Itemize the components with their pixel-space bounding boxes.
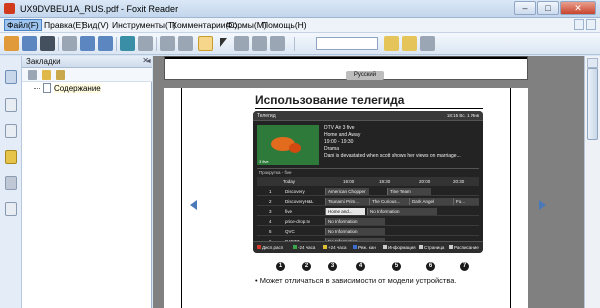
open-icon[interactable] bbox=[4, 36, 19, 51]
minimize-button[interactable]: – bbox=[514, 1, 536, 15]
doc-close-icon[interactable] bbox=[586, 19, 596, 30]
vertical-scrollbar[interactable] bbox=[584, 56, 600, 308]
tv-row: 4 price-drop.tv No Information bbox=[257, 217, 479, 226]
callout-7: 7 bbox=[460, 262, 469, 271]
tv-guide-title: Телегид bbox=[257, 113, 276, 119]
foxit-app-icon bbox=[4, 3, 15, 14]
tv-timeline: Today 19:00 19:30 20:00 20:30 bbox=[257, 177, 479, 186]
find-prev-icon[interactable] bbox=[384, 36, 399, 51]
menu-help[interactable]: Помощь(H) bbox=[262, 20, 307, 30]
scroll-thumb[interactable] bbox=[587, 68, 598, 140]
bookmarks-header: Закладки ✕ bbox=[22, 56, 152, 68]
menu-bar: Файл(F) Правка(E) Вид(V) Инструменты(T) … bbox=[0, 18, 600, 33]
maximize-button[interactable]: □ bbox=[537, 1, 559, 15]
search-input[interactable] bbox=[316, 37, 378, 50]
close-button[interactable]: ✕ bbox=[560, 1, 596, 15]
menu-view[interactable]: Вид(V) bbox=[82, 20, 109, 30]
fit-page-icon[interactable] bbox=[178, 36, 193, 51]
tv-row: 5 QVC No Information bbox=[257, 227, 479, 236]
title-bar: UX9DVBEU1A_RUS.pdf - Foxit Reader – □ ✕ bbox=[0, 0, 600, 18]
menu-forms[interactable]: Формы(M) bbox=[226, 20, 267, 30]
callout-1: 1 bbox=[276, 262, 285, 271]
find-next-icon[interactable] bbox=[402, 36, 417, 51]
tv-program-info: DTV Air 3 five Home and Away 19:00 - 19:… bbox=[324, 125, 461, 159]
callout-markers: 1 2 3 4 5 6 7 bbox=[276, 262, 476, 272]
facebook-icon[interactable] bbox=[98, 36, 113, 51]
page-heading: Использование телегида bbox=[255, 93, 405, 107]
scan-icon[interactable] bbox=[62, 36, 77, 51]
bookmarks-title: Закладки bbox=[26, 57, 61, 66]
bookmark-item[interactable]: Содержание bbox=[34, 82, 101, 94]
page-icon bbox=[43, 83, 51, 93]
collapse-panel-icon[interactable]: ◄ bbox=[145, 58, 152, 65]
tv-row: 2 DiscoveryH&L Tsunami Prim... The Curio… bbox=[257, 197, 479, 206]
tv-row: 1 Discovery American Chopper Tine Team bbox=[257, 187, 479, 196]
new-bookmark-icon[interactable] bbox=[42, 70, 51, 80]
comments-icon[interactable] bbox=[5, 150, 17, 164]
snapshot-icon[interactable] bbox=[252, 36, 267, 51]
menu-tools[interactable]: Инструменты(T) bbox=[112, 20, 176, 30]
find-options-icon[interactable] bbox=[420, 36, 435, 51]
next-page-arrow-icon[interactable] bbox=[539, 200, 546, 210]
signatures-icon[interactable] bbox=[5, 202, 17, 216]
email-icon[interactable] bbox=[80, 36, 95, 51]
bookmarks-icon[interactable] bbox=[5, 70, 17, 84]
bookmark-label: Содержание bbox=[54, 83, 101, 93]
callout-5: 5 bbox=[392, 262, 401, 271]
text-select-icon[interactable] bbox=[234, 36, 249, 51]
prev-page-arrow-icon[interactable] bbox=[190, 200, 197, 210]
callout-6: 6 bbox=[426, 262, 435, 271]
hand-tool-icon[interactable] bbox=[198, 36, 213, 51]
screen-icon[interactable] bbox=[120, 36, 135, 51]
page-tab-label: Русский bbox=[346, 71, 384, 80]
select-tool-icon[interactable] bbox=[216, 36, 231, 51]
toolbar bbox=[0, 33, 600, 83]
callout-3: 3 bbox=[328, 262, 337, 271]
print-icon[interactable] bbox=[40, 36, 55, 51]
tv-row: 3 five Home and... No Information bbox=[257, 207, 479, 216]
typewriter-icon[interactable] bbox=[270, 36, 285, 51]
footnote: • Может отличаться в зависимости от моде… bbox=[255, 276, 457, 285]
navigation-icon-strip bbox=[0, 56, 22, 308]
tv-preview: 3 five bbox=[257, 125, 319, 165]
attachments-icon[interactable] bbox=[5, 176, 17, 190]
tv-guide-clock: 18:15 Вс. 1 Янв bbox=[446, 113, 479, 118]
callout-4: 4 bbox=[356, 262, 365, 271]
doc-restore-icon[interactable] bbox=[574, 19, 584, 30]
pages-icon[interactable] bbox=[160, 36, 175, 51]
page-layout-icon[interactable] bbox=[138, 36, 153, 51]
bookmark-properties-icon[interactable] bbox=[56, 70, 65, 80]
tv-legend: Дисп.расп -24 часа +24 часа Реж. кан Инф… bbox=[253, 241, 483, 253]
bookmark-tools bbox=[22, 68, 152, 82]
callout-2: 2 bbox=[302, 262, 311, 271]
tv-channel-header: Прокрутка - five bbox=[257, 168, 479, 176]
delete-bookmark-icon[interactable] bbox=[28, 70, 37, 80]
layers-icon[interactable] bbox=[5, 124, 17, 138]
window-title: UX9DVBEU1A_RUS.pdf - Foxit Reader bbox=[20, 4, 179, 14]
tv-guide-image: Телегид 18:15 Вс. 1 Янв 3 five DTV Air 3… bbox=[253, 111, 483, 253]
menu-file[interactable]: Файл(F) bbox=[4, 19, 42, 31]
save-icon[interactable] bbox=[22, 36, 37, 51]
scroll-up-icon[interactable] bbox=[587, 58, 598, 68]
pages-panel-icon[interactable] bbox=[5, 98, 17, 112]
menu-edit[interactable]: Правка(E) bbox=[44, 20, 84, 30]
